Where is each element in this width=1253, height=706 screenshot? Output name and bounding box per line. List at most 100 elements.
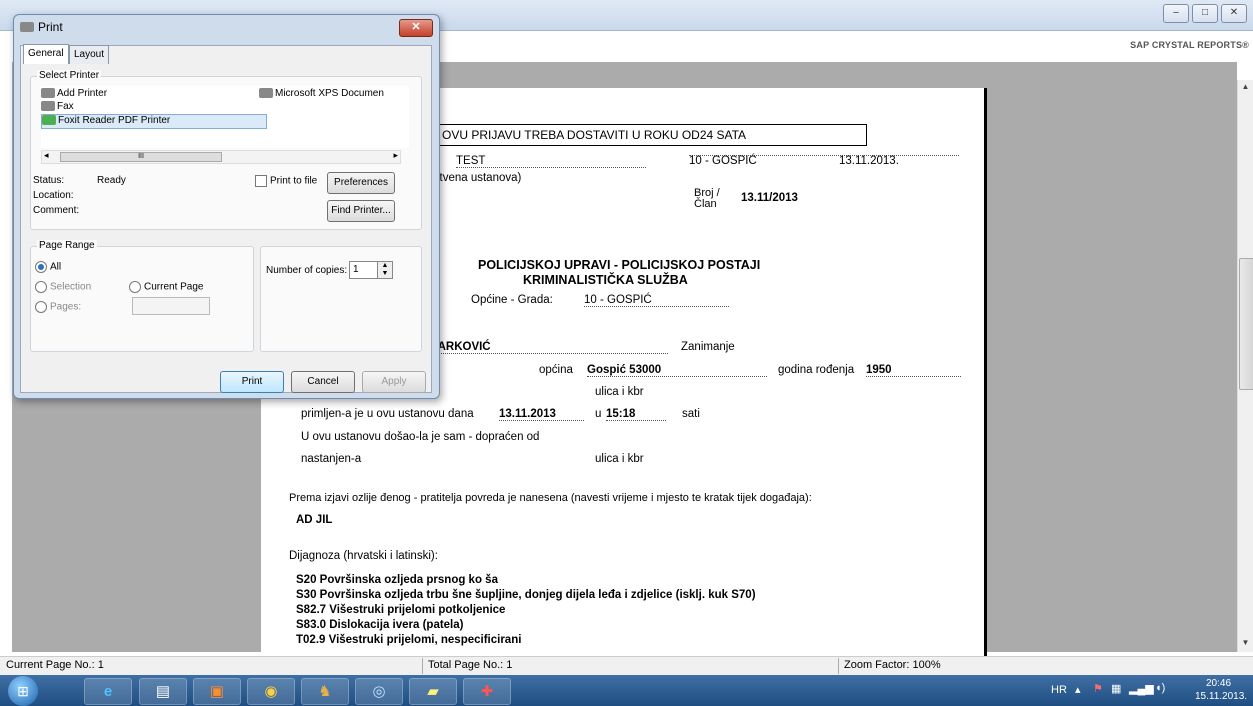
scroll-thumb[interactable] (1239, 258, 1253, 390)
minimize-button[interactable]: – (1163, 4, 1189, 23)
time-value: 15:18 (606, 408, 666, 421)
heading-crime: KRIMINALISTIČKA SLUŽBA (523, 273, 688, 287)
copies-spinner[interactable]: ▲ ▼ (377, 261, 393, 279)
zoom-status: Zoom Factor: 100% (844, 659, 941, 671)
radio-pages[interactable]: Pages: (35, 301, 81, 313)
network-icon[interactable]: ◎ (355, 678, 403, 705)
diagnosis-item: S20 Površinska ozljeda prsnog ko ša (296, 574, 498, 586)
preferences-button[interactable]: Preferences (327, 172, 395, 194)
device-icon[interactable]: ▦ (1111, 682, 1121, 695)
radio-all[interactable]: All (35, 261, 61, 273)
close-window-button[interactable]: ✕ (1221, 4, 1247, 23)
clock-date[interactable]: 15.11.2013. (1195, 691, 1247, 702)
vertical-scrollbar[interactable]: ▲ ▼ (1237, 80, 1253, 652)
opcina-grada-label: Općine - Grada: (471, 294, 553, 306)
scroll-down-icon[interactable]: ▼ (1238, 636, 1253, 650)
printer-list: Add Printer Microsoft XPS Documen Fax Fo… (41, 86, 409, 148)
copies-group: Number of copies: 1 ▲ ▼ (260, 246, 422, 352)
select-printer-title: Select Printer (37, 70, 102, 81)
tray-expand-icon[interactable]: ▴ (1075, 683, 1081, 696)
opcina-label: općina (539, 364, 573, 376)
diagnosis-item: S83.0 Dislokacija ivera (patela) (296, 619, 464, 631)
scroll-up-icon[interactable]: ▲ (1238, 80, 1253, 94)
hscroll-thumb[interactable]: III (60, 152, 222, 162)
diagnosis-item: S30 Površinska ozljeda trbu šne šupljine… (296, 589, 756, 601)
ustanova-text: ystvena ustanova) (428, 172, 522, 184)
dialog-close-button[interactable]: ✕ (399, 19, 433, 37)
report-title-box: OVU PRIJAVU TREBA DOSTAVITI U ROKU OD24 … (433, 124, 867, 146)
printer-icon (259, 88, 273, 99)
notes-icon[interactable]: ▰ (409, 678, 457, 705)
status-separator (838, 658, 839, 674)
print-dialog: Print ✕ General Layout Select Printer Ad… (13, 14, 440, 399)
scroll-left-icon[interactable]: ◂ (44, 150, 49, 161)
scroll-right-icon[interactable]: ▸ (393, 150, 398, 161)
dosao-text: U ovu ustanovu došao-la je sam - dopraće… (301, 431, 540, 443)
sati-label: sati (682, 408, 700, 420)
u-label: u (595, 408, 602, 420)
godina-value: 1950 (866, 364, 961, 377)
game-icon[interactable]: ♞ (301, 678, 349, 705)
printer-item-xps[interactable]: Microsoft XPS Documen (259, 88, 384, 99)
add-printer-icon (41, 88, 55, 99)
comment-label: Comment: (33, 205, 80, 216)
location-label: Location: (33, 190, 74, 201)
taskbar: ⊞ e ▤ ▣ ◉ ♞ ◎ ▰ ✚ HR ▴ ⚑ ▦ ▂▄▆ ◖) 20:46 … (0, 675, 1253, 706)
primljen-label: primljen-a je u ovu ustanovu dana (301, 408, 474, 420)
radio-icon (129, 281, 141, 293)
printer-item-fax[interactable]: Fax (41, 101, 74, 112)
file-explorer-icon[interactable]: ▤ (139, 678, 187, 705)
internet-explorer-icon[interactable]: e (84, 678, 132, 705)
diagnosis-item: T02.9 Višestruki prijelomi, nespecificir… (296, 634, 522, 646)
maximize-button[interactable]: □ (1192, 4, 1218, 23)
media-player-icon[interactable]: ▣ (193, 678, 241, 705)
tab-general[interactable]: General (23, 44, 69, 64)
signal-icon[interactable]: ▂▄▆ (1129, 682, 1154, 695)
clan-label: Član (694, 198, 717, 210)
pages-input[interactable] (132, 297, 210, 315)
godina-label: godina rođenja (778, 364, 855, 376)
cancel-button[interactable]: Cancel (291, 371, 355, 393)
opcina-grada-value: 10 - GOSPIĆ (584, 294, 729, 307)
printer-icon (20, 21, 36, 33)
pdf-printer-icon (42, 115, 56, 126)
language-indicator[interactable]: HR (1051, 684, 1067, 696)
print-button[interactable]: Print (220, 371, 284, 393)
heading-police: POLICIJSKOJ UPRAVI - POLICIJSKOJ POSTAJI (478, 258, 761, 272)
page-range-title: Page Range (37, 240, 97, 251)
volume-icon[interactable]: ◖) (1155, 682, 1165, 694)
status-separator (422, 658, 423, 674)
clock-time[interactable]: 20:46 (1206, 678, 1231, 689)
radio-selection[interactable]: Selection (35, 281, 91, 293)
chrome-icon[interactable]: ◉ (247, 678, 295, 705)
opcina-value: Gospić 53000 (587, 364, 767, 377)
select-printer-group: Select Printer Add Printer Microsoft XPS… (30, 70, 422, 230)
ambulance-app-icon[interactable]: ✚ (463, 678, 511, 705)
radio-icon (35, 281, 47, 293)
fax-icon (41, 101, 55, 112)
nastanjen-label: nastanjen-a (301, 453, 362, 465)
status-label: Status: (33, 175, 65, 186)
printer-item-foxit[interactable]: Foxit Reader PDF Printer (41, 114, 267, 129)
checkbox-icon (255, 175, 267, 187)
current-page-status: Current Page No.: 1 (6, 659, 104, 671)
diagnosis-item: S82.7 Višestruki prijelomi potkoljenice (296, 604, 506, 616)
copies-input[interactable]: 1 (349, 261, 380, 279)
dialog-title: Print (38, 20, 63, 34)
surname-field: MARKOVIĆ (428, 341, 668, 354)
primljen-date: 13.11.2013 (499, 408, 584, 421)
copies-label: Number of copies: (266, 265, 348, 276)
find-printer-button[interactable]: Find Printer... (327, 200, 395, 222)
radio-current-page[interactable]: Current Page (129, 281, 203, 293)
windows-start-icon[interactable]: ⊞ (8, 676, 38, 706)
test-field: TEST (456, 155, 646, 168)
flag-icon[interactable]: ⚑ (1093, 682, 1103, 695)
apply-button[interactable]: Apply (362, 371, 426, 393)
city-top: 10 - GOSPIĆ (689, 155, 757, 167)
tab-layout[interactable]: Layout (69, 45, 110, 64)
printer-item-add[interactable]: Add Printer (41, 88, 107, 99)
system-tray: HR ▴ ⚑ ▦ ▂▄▆ ◖) 20:46 15.11.2013. (1023, 675, 1253, 706)
printer-list-hscrollbar[interactable]: ◂ III ▸ (41, 150, 401, 164)
dialog-body: General Layout Select Printer Add Printe… (20, 44, 432, 393)
print-to-file-checkbox[interactable]: Print to file (255, 175, 317, 187)
